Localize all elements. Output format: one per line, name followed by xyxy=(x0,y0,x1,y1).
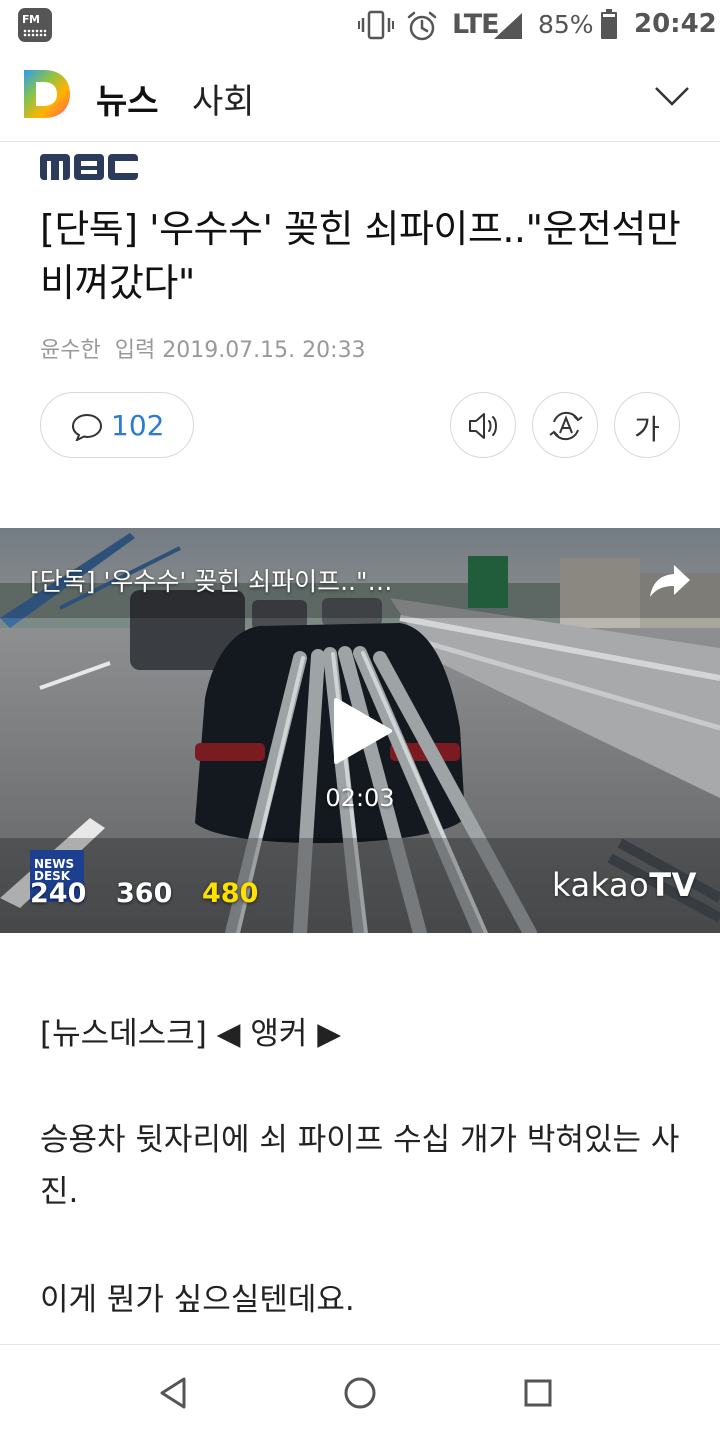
kakao-tv-logo: kakaoTV xyxy=(552,866,697,904)
recent-apps-icon[interactable] xyxy=(520,1375,556,1411)
signal-icon xyxy=(494,13,522,39)
battery-icon xyxy=(601,9,617,39)
comment-button[interactable]: 102 xyxy=(40,392,194,458)
network-type: LTE xyxy=(452,9,500,40)
published-date: 입력 2019.07.15. 20:33 xyxy=(114,338,366,363)
play-icon[interactable] xyxy=(330,696,394,766)
vibrate-icon xyxy=(358,10,394,40)
back-icon[interactable] xyxy=(156,1375,192,1411)
author-name[interactable]: 윤수한 xyxy=(40,338,101,363)
home-icon[interactable] xyxy=(342,1375,378,1411)
alarm-icon xyxy=(407,11,437,41)
chevron-down-icon[interactable] xyxy=(652,80,692,112)
header-title[interactable]: 뉴스 xyxy=(96,74,159,123)
article-headline: [단독] '우수수' 꽂힌 쇠파이프.."운전석만 비껴갔다" xyxy=(40,207,681,305)
comment-icon xyxy=(71,413,103,441)
header-section[interactable]: 사회 xyxy=(192,74,255,123)
font-size-button[interactable]: 가 xyxy=(614,392,680,458)
clock: 20:42 xyxy=(634,9,717,39)
share-icon[interactable] xyxy=(648,562,692,600)
byline: 윤수한 입력 2019.07.15. 20:33 xyxy=(40,332,380,364)
press-logo-mbc[interactable] xyxy=(40,152,140,182)
quality-360[interactable]: 360 xyxy=(116,878,172,909)
read-aloud-button[interactable] xyxy=(450,392,516,458)
brand-suffix: TV xyxy=(649,866,697,904)
comment-count: 102 xyxy=(111,409,165,442)
body-paragraph: [뉴스데스크] ◀ 앵커 ▶ xyxy=(40,1016,342,1052)
video-player[interactable]: [단독] '우수수' 꽂힌 쇠파이프.."… 02:03 NEWS DESK 2… xyxy=(0,528,720,933)
font-size-label: 가 xyxy=(634,413,660,446)
body-paragraph: 이게 뭔가 싶으실텐데요. xyxy=(40,1282,355,1318)
translate-icon xyxy=(549,411,583,441)
system-nav-bar xyxy=(0,1344,720,1440)
brand-prefix: kakao xyxy=(552,866,650,904)
app-header: 뉴스 사회 xyxy=(0,52,720,142)
speaker-icon xyxy=(469,413,497,439)
status-bar: FM LTE 85% 20:42 xyxy=(0,0,720,52)
daum-logo[interactable] xyxy=(22,68,72,120)
fm-label: FM xyxy=(22,13,40,26)
video-duration: 02:03 xyxy=(325,784,395,812)
translate-button[interactable] xyxy=(532,392,598,458)
fm-radio-icon: FM xyxy=(18,8,52,42)
quality-240[interactable]: 240 xyxy=(30,878,86,909)
battery-percent: 85% xyxy=(538,10,594,39)
body-paragraph: 승용차 뒷자리에 쇠 파이프 수십 개가 박혀있는 사진. xyxy=(40,1122,680,1210)
video-title: [단독] '우수수' 꽂힌 쇠파이프.."… xyxy=(30,567,393,596)
quality-480[interactable]: 480 xyxy=(202,878,258,909)
